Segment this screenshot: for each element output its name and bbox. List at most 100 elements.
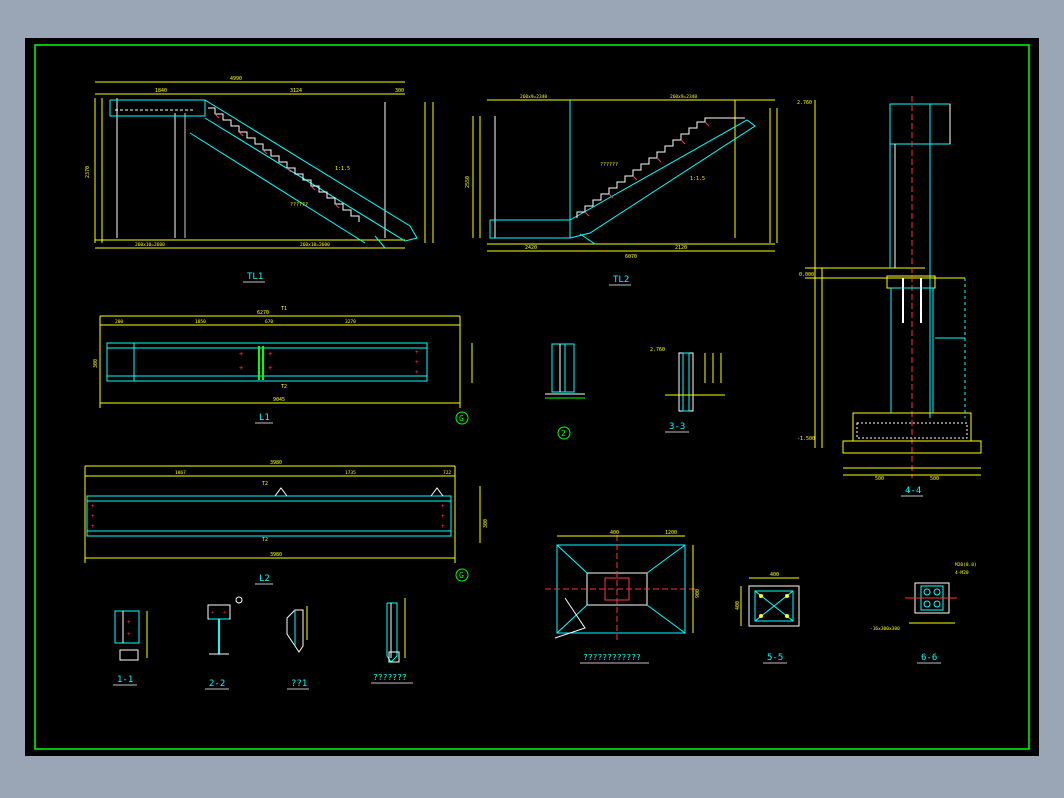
l1-dim-b: 1850 [195, 319, 206, 325]
l1-section-marker: G [459, 414, 464, 423]
drawing-border [34, 44, 1030, 750]
l2-dim-total: 3980 [270, 460, 282, 466]
section-2-2: + + 2-2 [205, 596, 243, 690]
svg-text:+: + [91, 513, 95, 520]
l2-dim-a: 1867 [175, 470, 186, 476]
tl1-stair-elevation [94, 81, 434, 249]
l1-dim-bot: 9045 [273, 397, 285, 403]
svg-text:+: + [223, 610, 226, 616]
tl1-slope: 1:1.5 [335, 166, 350, 172]
detail-q1: ??1 [286, 606, 309, 690]
fnd-dim-a: 400 [610, 530, 619, 536]
svg-text:+: + [415, 369, 419, 376]
tl1-dim-b: 3124 [290, 88, 302, 94]
fnd-dim-b: 1200 [665, 530, 677, 536]
s55-title: 5-5 [767, 653, 783, 663]
svg-text:+: + [91, 523, 95, 530]
tl2-dim-b2: 2120 [675, 245, 687, 251]
s22-title: 2-2 [209, 679, 225, 689]
tl1-dim-a: 1840 [155, 88, 167, 94]
drawing-canvas: 4990 1840 3124 300 2370 260x10=2600 260x… [34, 44, 1030, 750]
l1-dim-total: 6270 [257, 310, 269, 316]
svg-text:+: + [415, 359, 419, 366]
tl2-stair-elevation [472, 99, 778, 252]
tl2-slope: 1:1.5 [690, 176, 705, 182]
tl2-dim-b1: 2420 [525, 245, 537, 251]
l1-title: L1 [259, 413, 270, 423]
tl1-dim-top: 4990 [230, 76, 242, 82]
svg-text:+: + [127, 619, 131, 626]
tl2-dim-top1: 260x9=2340 [520, 94, 547, 100]
s66-note3: -16x300x300 [870, 626, 900, 632]
section-6-6: M20(8.8) 4-M20 -16x300x300 6-6 [870, 562, 977, 664]
svg-text:+: + [239, 364, 243, 372]
tl1-dim-bot2: 260x10=2600 [300, 242, 330, 248]
beam-l1-labels: 6270 200 1850 670 3270 9045 300 T1 T2 L1… [93, 306, 469, 425]
beam-l1-elevation: + + + + + + + [99, 315, 473, 408]
l1-dim-c: 670 [265, 319, 273, 325]
tl2-dim-h: 2550 [465, 176, 471, 188]
tl2-dim-top2: 260x9=2340 [670, 94, 697, 100]
l2-mark-t2: T2 [262, 537, 268, 543]
section-4-4-column [805, 96, 982, 478]
svg-text:+: + [127, 631, 131, 638]
tl2-note: ?????? [600, 162, 618, 168]
s55-dim-h: 400 [735, 601, 741, 610]
tl1-dim-c: 300 [395, 88, 404, 94]
s66-title: 6-6 [921, 653, 937, 663]
s44-title: 4-4 [905, 486, 921, 496]
section-1-1: + + 1-1 [113, 610, 148, 686]
s33-elev-top: 2.760 [650, 347, 665, 353]
svg-text:+: + [441, 513, 445, 520]
s33-title: 3-3 [669, 422, 685, 432]
s55-dim-w: 400 [770, 572, 779, 578]
section-detail-2: 2 [545, 343, 585, 440]
beam-l2-labels: 3980 1867 1735 722 3980 T2 T2 300 L2 G [175, 460, 489, 585]
beam-l2-elevation: + + + + + + [84, 465, 481, 563]
l2-dim-b: 1735 [345, 470, 356, 476]
cad-viewport[interactable]: 4990 1840 3124 300 2370 260x10=2600 260x… [25, 38, 1039, 756]
tl2-title: TL2 [613, 275, 629, 285]
svg-text:+: + [268, 364, 272, 372]
l2-section-marker: G [459, 571, 464, 580]
l1-mark-t1: T1 [281, 306, 287, 312]
l2-mark-t1: T2 [262, 481, 268, 487]
l2-dim-c: 722 [443, 470, 451, 476]
l2-title: L2 [259, 574, 270, 584]
s44-elev-mid: 0.000 [799, 272, 814, 278]
section-5-5: 400 400 5-5 [735, 572, 800, 664]
l1-dim-d: 3270 [345, 319, 356, 325]
svg-text:+: + [211, 610, 214, 616]
s11-title: 1-1 [117, 675, 133, 685]
s44-elev-top: 2.760 [797, 100, 812, 106]
fnd-dim-c: 900 [695, 589, 701, 598]
tl1-dim-bot1: 260x10=2600 [135, 242, 165, 248]
tl1-title: TL1 [247, 272, 263, 282]
l1-dim-h: 300 [93, 359, 99, 368]
section-4-4-labels: 2.760 0.000 -1.500 500 500 4-4 [797, 100, 939, 497]
svg-text:+: + [268, 350, 272, 358]
tl2-labels: 260x9=2340 260x9=2340 2550 6070 2420 212… [465, 94, 705, 286]
foundation-plan: 400 1200 900 ???????????? [545, 530, 701, 664]
tl1-dim-h: 2370 [85, 166, 91, 178]
s44-base-b1: 500 [875, 476, 884, 482]
q7-title: ??????? [373, 673, 407, 682]
s44-base-b2: 500 [930, 476, 939, 482]
l1-mark-t2: T2 [281, 384, 287, 390]
svg-text:+: + [415, 349, 419, 356]
detail-q7: ??????? [371, 598, 413, 684]
fnd-title: ???????????? [583, 653, 641, 662]
l2-dim-h: 300 [483, 519, 489, 528]
tl1-labels: 4990 1840 3124 300 2370 260x10=2600 260x… [85, 76, 404, 283]
s66-note1: M20(8.8) [955, 562, 977, 568]
l2-dim-bot: 3980 [270, 552, 282, 558]
s44-elev-low: -1.500 [797, 436, 815, 442]
s66-note2: 4-M20 [955, 570, 969, 576]
tl1-note: ?????? [290, 202, 308, 208]
svg-text:+: + [441, 503, 445, 510]
l1-dim-a: 200 [115, 319, 123, 325]
section-3-3: 2.760 3-3 [650, 347, 725, 433]
tl2-dim-bot: 6070 [625, 254, 637, 260]
detail-2-marker: 2 [561, 429, 566, 438]
q1-title: ??1 [291, 679, 307, 689]
